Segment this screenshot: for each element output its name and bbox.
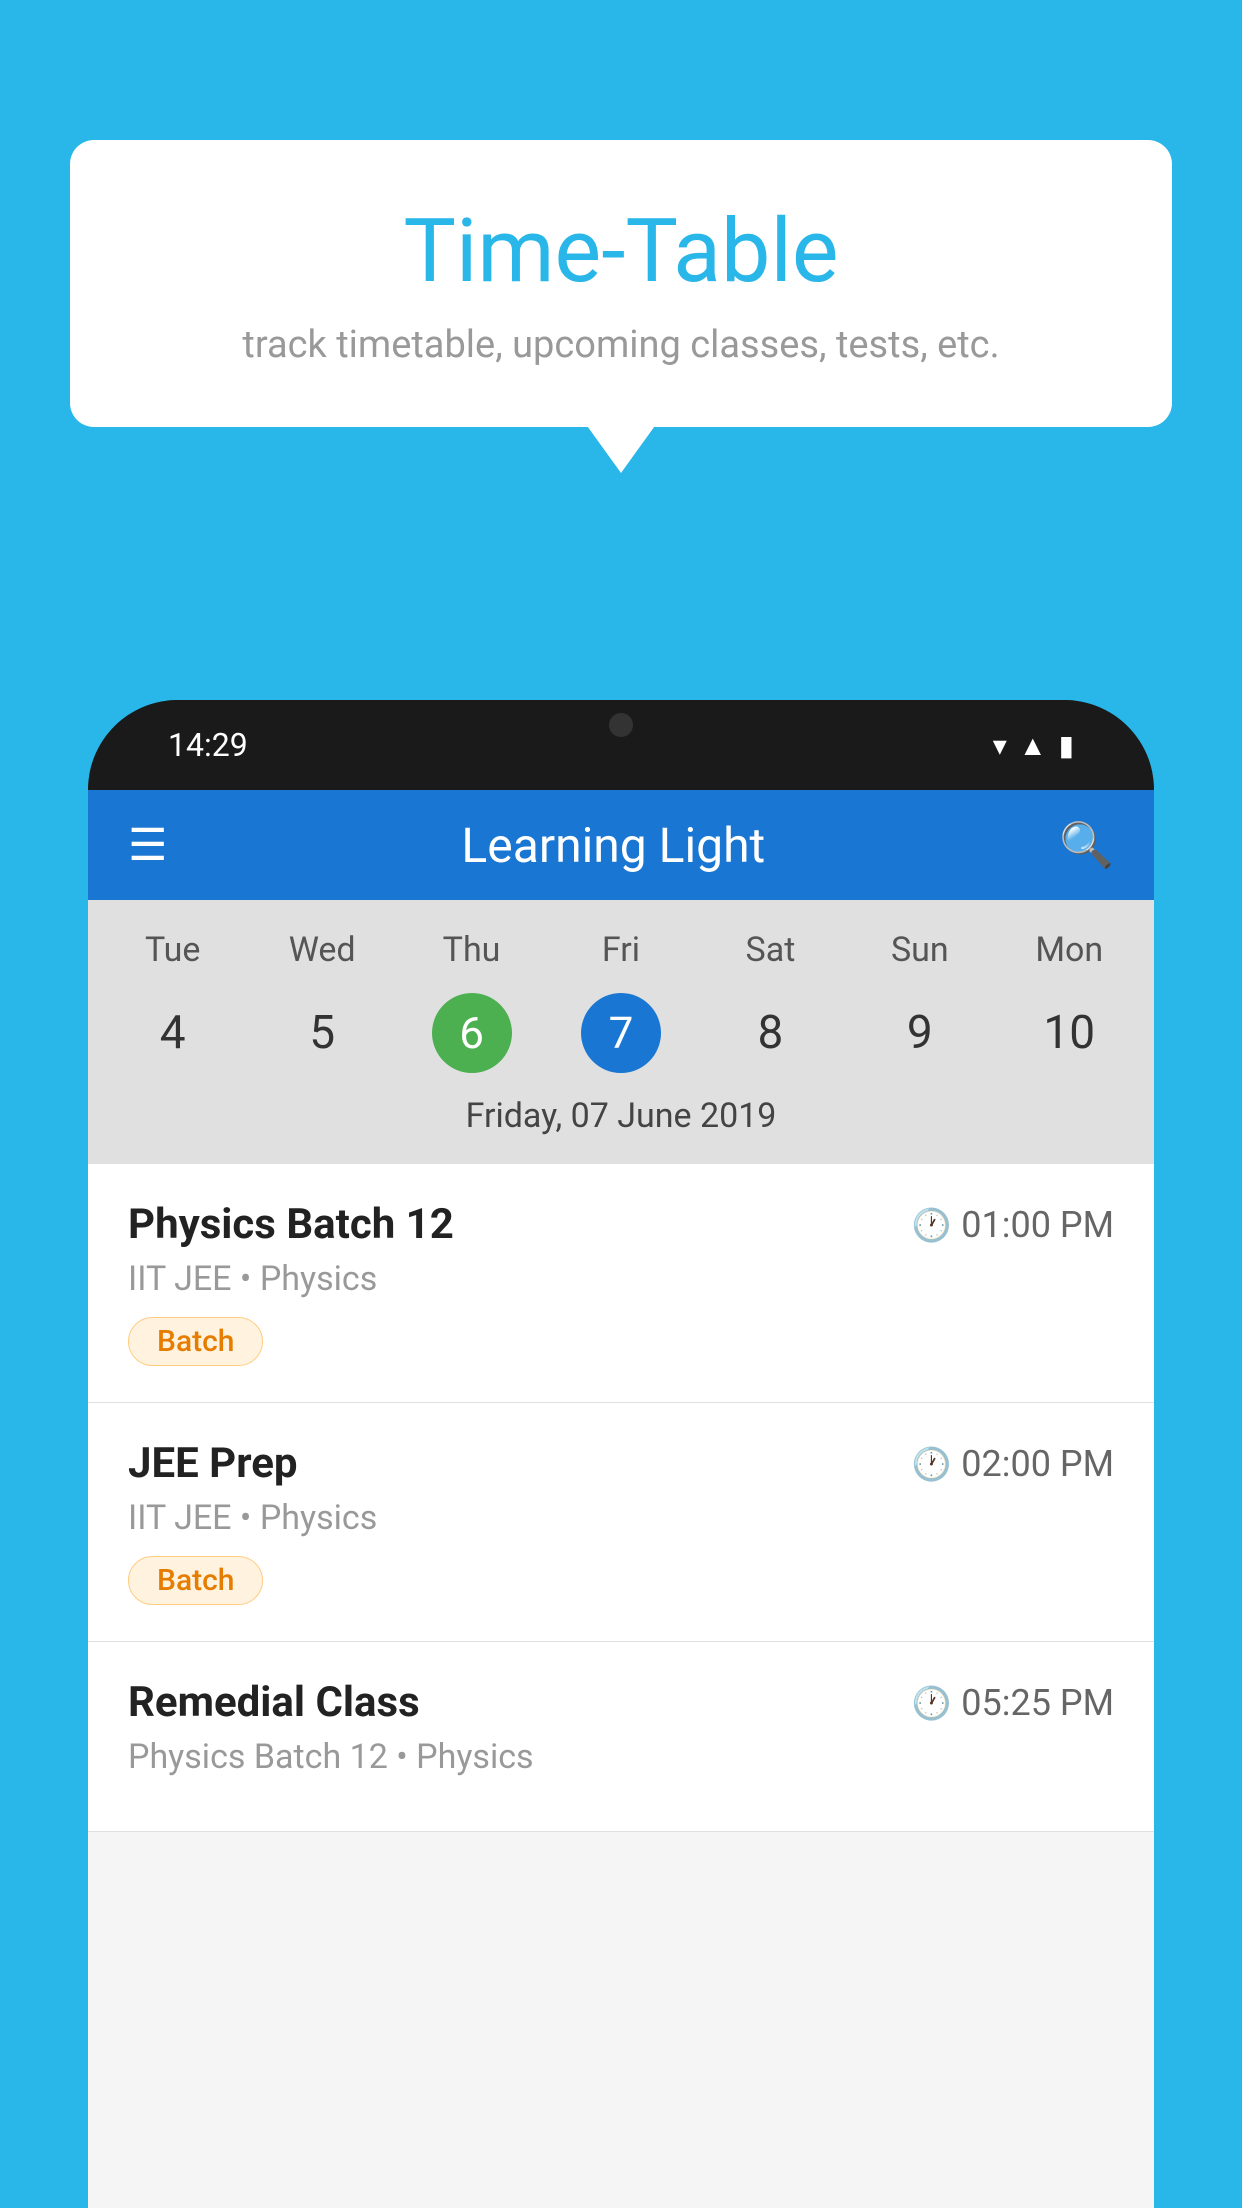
page-subtitle: track timetable, upcoming classes, tests… [130, 323, 1112, 367]
date-5[interactable]: 5 [247, 990, 396, 1076]
hamburger-icon[interactable]: ☰ [128, 823, 167, 867]
day-wed: Wed [247, 920, 396, 980]
page-title: Time-Table [130, 200, 1112, 303]
status-bar: 14:29 ▾ ▲ ▮ [88, 700, 1154, 790]
class-list: Physics Batch 12 🕐 01:00 PM IIT JEE • Ph… [88, 1164, 1154, 1832]
camera-dot [609, 713, 633, 737]
date-7-selected[interactable]: 7 [581, 993, 661, 1073]
phone-notch [561, 700, 681, 750]
class-item-3[interactable]: Remedial Class 🕐 05:25 PM Physics Batch … [88, 1642, 1154, 1832]
date-4[interactable]: 4 [98, 990, 247, 1076]
speech-bubble-container: Time-Table track timetable, upcoming cla… [70, 140, 1172, 427]
class-item-1-header: Physics Batch 12 🕐 01:00 PM [128, 1200, 1114, 1249]
status-time: 14:29 [168, 726, 248, 764]
clock-icon-3: 🕐 [911, 1684, 951, 1722]
signal-icon: ▲ [1019, 729, 1047, 762]
class-2-subtitle: IIT JEE • Physics [128, 1498, 1114, 1538]
class-2-time: 🕐 02:00 PM [911, 1443, 1114, 1485]
class-1-time: 🕐 01:00 PM [911, 1204, 1114, 1246]
date-row: 4 5 6 7 8 9 10 [88, 980, 1154, 1086]
day-sat: Sat [696, 920, 845, 980]
day-mon: Mon [995, 920, 1144, 980]
class-item-3-header: Remedial Class 🕐 05:25 PM [128, 1678, 1114, 1727]
day-thu: Thu [397, 920, 546, 980]
date-10[interactable]: 10 [995, 990, 1144, 1076]
speech-bubble: Time-Table track timetable, upcoming cla… [70, 140, 1172, 427]
date-9[interactable]: 9 [845, 990, 994, 1076]
class-2-badge: Batch [128, 1556, 263, 1605]
class-item-2-header: JEE Prep 🕐 02:00 PM [128, 1439, 1114, 1488]
search-icon[interactable]: 🔍 [1059, 819, 1114, 871]
class-3-subtitle: Physics Batch 12 • Physics [128, 1737, 1114, 1777]
date-6-today[interactable]: 6 [432, 993, 512, 1073]
date-8[interactable]: 8 [696, 990, 845, 1076]
day-fri: Fri [546, 920, 695, 980]
class-1-name: Physics Batch 12 [128, 1200, 454, 1249]
clock-icon-2: 🕐 [911, 1445, 951, 1483]
class-3-name: Remedial Class [128, 1678, 420, 1727]
battery-icon: ▮ [1059, 729, 1074, 762]
class-3-time: 🕐 05:25 PM [911, 1682, 1114, 1724]
day-tue: Tue [98, 920, 247, 980]
app-header-title: Learning Light [207, 817, 1019, 874]
clock-icon-1: 🕐 [911, 1206, 951, 1244]
status-icons: ▾ ▲ ▮ [993, 729, 1074, 762]
app-content: ☰ Learning Light 🔍 Tue Wed Thu Fri Sat S… [88, 790, 1154, 2208]
day-sun: Sun [845, 920, 994, 980]
wifi-icon: ▾ [993, 729, 1007, 762]
calendar-section: Tue Wed Thu Fri Sat Sun Mon 4 5 6 7 8 9 … [88, 900, 1154, 1164]
class-item-2[interactable]: JEE Prep 🕐 02:00 PM IIT JEE • Physics Ba… [88, 1403, 1154, 1642]
class-1-subtitle: IIT JEE • Physics [128, 1259, 1114, 1299]
class-2-name: JEE Prep [128, 1439, 298, 1488]
day-headers: Tue Wed Thu Fri Sat Sun Mon [88, 920, 1154, 980]
class-item-1[interactable]: Physics Batch 12 🕐 01:00 PM IIT JEE • Ph… [88, 1164, 1154, 1403]
app-header: ☰ Learning Light 🔍 [88, 790, 1154, 900]
phone-mockup: 14:29 ▾ ▲ ▮ ☰ Learning Light 🔍 Tue Wed T… [88, 700, 1154, 2208]
selected-date-label: Friday, 07 June 2019 [88, 1086, 1154, 1154]
class-1-badge: Batch [128, 1317, 263, 1366]
